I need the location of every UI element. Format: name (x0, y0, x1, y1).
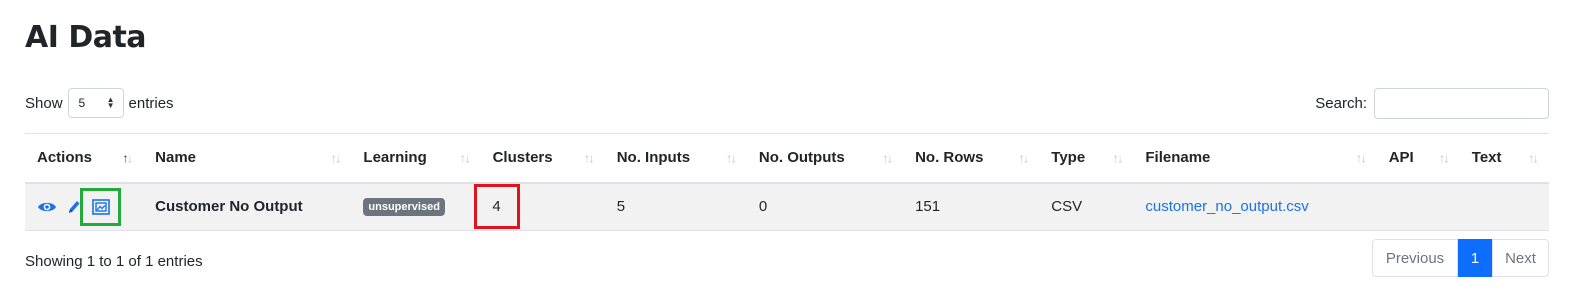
sort-icon: ↑↓ (1018, 150, 1029, 166)
image-icon (91, 198, 110, 215)
pencil-icon[interactable] (67, 199, 81, 215)
sort-icon: ↑↓ (1528, 150, 1539, 166)
select-arrows-icon: ▲ ▼ (106, 95, 115, 110)
sort-icon: ↑↓ (1112, 150, 1123, 166)
sort-icon: ↑↓ (583, 150, 595, 166)
outputs-cell: 0 (746, 182, 904, 231)
table-row: Customer No Output unsupervised 4 5 0 15… (25, 182, 1549, 231)
next-button[interactable]: Next (1492, 239, 1549, 277)
previous-button[interactable]: Previous (1372, 239, 1458, 277)
rows-cell: 151 (903, 182, 1040, 231)
col-header-inputs[interactable]: No. Inputs ↑↓ (604, 133, 747, 184)
col-header-outputs[interactable]: No. Outputs ↑↓ (746, 133, 904, 184)
sort-icon: ↑↓ (1438, 150, 1450, 166)
col-header-text[interactable]: Text ↑↓ (1459, 133, 1549, 184)
entries-select-value: 5 (78, 96, 86, 110)
col-header-type[interactable]: Type ↑↓ (1039, 133, 1134, 184)
filename-link[interactable]: customer_no_output.csv (1145, 198, 1308, 215)
type-cell: CSV (1039, 182, 1134, 231)
image-view-button[interactable] (80, 187, 121, 226)
ai-data-table: Actions ↑↓ Name ↑↓ Learning ↑↓ Clusters ↑↓ N… (25, 133, 1549, 231)
inputs-cell: 5 (604, 182, 747, 231)
col-header-clusters[interactable]: Clusters ↑↓ (480, 133, 605, 184)
eye-icon[interactable] (37, 200, 57, 214)
sort-icon: ↑↓ (882, 150, 893, 166)
search-label: Search: (1315, 95, 1367, 112)
sort-icon: ↑↓ (725, 150, 737, 166)
col-header-actions[interactable]: Actions ↑↓ (25, 133, 144, 184)
sort-icon: ↑↓ (459, 150, 471, 166)
col-header-rows[interactable]: No. Rows ↑↓ (903, 133, 1040, 184)
col-header-learning[interactable]: Learning ↑↓ (351, 133, 481, 184)
sort-icon: ↑↓ (1355, 150, 1367, 166)
entries-length-control: Show 5 ▲ ▼ entries (25, 88, 174, 118)
pagination: Previous 1 Next (1372, 239, 1549, 277)
sort-asc-icon: ↑↓ (122, 150, 133, 166)
clusters-cell: 4 (473, 182, 605, 231)
name-cell: Customer No Output (143, 182, 352, 231)
search-input[interactable] (1374, 88, 1549, 119)
col-header-name[interactable]: Name ↑↓ (143, 133, 352, 184)
entries-label: entries (128, 94, 174, 112)
api-cell (1376, 182, 1460, 231)
page-1-button[interactable]: 1 (1458, 239, 1492, 277)
clusters-highlight: 4 (473, 184, 520, 230)
table-header-row: Actions ↑↓ Name ↑↓ Learning ↑↓ Clusters ↑↓ N… (25, 133, 1549, 184)
filename-cell: customer_no_output.csv (1133, 182, 1377, 231)
learning-badge: unsupervised (363, 198, 445, 217)
entries-select[interactable]: 5 ▲ ▼ (67, 88, 124, 118)
sort-icon: ↑↓ (330, 150, 341, 166)
show-label: Show (25, 94, 63, 112)
actions-cell (25, 182, 144, 231)
search-control: Search: (1315, 88, 1549, 119)
page-title: AI Data (25, 20, 147, 55)
table-info: Showing 1 to 1 of 1 entries (25, 253, 203, 270)
clusters-value: 4 (492, 198, 501, 216)
col-header-api[interactable]: API ↑↓ (1376, 133, 1460, 184)
learning-cell: unsupervised (351, 182, 481, 231)
text-cell (1459, 182, 1549, 231)
col-header-filename[interactable]: Filename ↑↓ (1133, 133, 1377, 184)
